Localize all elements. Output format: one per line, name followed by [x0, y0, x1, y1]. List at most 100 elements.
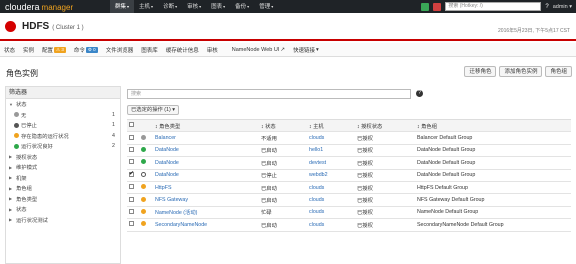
role-type-link[interactable]: NameNode (活动): [153, 206, 259, 220]
top-navbar: cloudera manager 群集▾ 主机▾ 诊断▾ 审核▾ 图表▾ 备份▾ 管理▾ 搜索…: [0, 0, 576, 13]
cloudera-logo[interactable]: cloudera manager: [0, 2, 110, 12]
row-checkbox[interactable]: [127, 193, 139, 207]
host-link[interactable]: hello1: [307, 144, 355, 158]
nav-item-6[interactable]: 管理▾: [254, 0, 278, 13]
chevron-down-icon: ▾: [199, 4, 202, 9]
host-link[interactable]: clouds: [307, 181, 355, 195]
role-group: DataNode Default Group: [415, 169, 571, 182]
row-checkbox[interactable]: [127, 131, 139, 145]
filter-group[interactable]: ▶ 角色组: [6, 183, 120, 194]
row-checkbox[interactable]: [127, 218, 139, 232]
filter-status-count: 2: [112, 143, 115, 150]
host-link[interactable]: clouds: [307, 206, 355, 220]
row-status-icon: [139, 218, 153, 232]
role-groups-button[interactable]: 角色组: [545, 66, 572, 77]
help-icon[interactable]: ?: [545, 4, 548, 10]
filter-status-item[interactable]: 存在隐患的运行状况 4: [6, 131, 120, 142]
table-header-row: ↕ 角色类型 ↕ 状态 ↕ 主机 ↕ 授权状态 ↕ 角色组: [127, 118, 571, 133]
filter-group[interactable]: ▶ 运行状况测试: [6, 215, 120, 226]
chevron-right-icon: ▶: [9, 175, 13, 181]
host-link[interactable]: clouds: [307, 193, 355, 207]
tab-commands[interactable]: 命令 ⚙ 0: [70, 46, 102, 54]
nav-item-4[interactable]: 图表▾: [206, 0, 230, 13]
alert-icon[interactable]: [433, 2, 442, 11]
tab-file-browser[interactable]: 文件浏览器: [102, 46, 138, 54]
nav-item-3[interactable]: 审核▾: [182, 0, 206, 13]
table-search-input[interactable]: 搜索: [127, 89, 411, 99]
table-row[interactable]: HttpFS 已启动 clouds 已授权 HttpFS Default Group: [127, 181, 571, 195]
filter-group[interactable]: ▶ 授权状态: [6, 152, 120, 163]
chevron-right-icon: ▶: [9, 217, 13, 223]
filter-group-label: 授权状态: [16, 154, 38, 161]
filter-group-label: 维护模式: [16, 165, 38, 172]
filter-group[interactable]: ▶ 机架: [6, 173, 120, 184]
row-checkbox[interactable]: [127, 169, 139, 182]
tab-instances[interactable]: 实例: [19, 46, 38, 54]
role-type-link[interactable]: SecondaryNameNode: [153, 218, 259, 232]
role-instances-table: ↕ 角色类型 ↕ 状态 ↕ 主机 ↕ 授权状态 ↕ 角色组 Balancer 不适…: [127, 118, 571, 232]
table-row[interactable]: NFS Gateway 已启动 clouds 已授权 NFS Gateway Defau…: [127, 193, 571, 207]
row-status-icon: [139, 144, 153, 158]
filter-status-item[interactable]: 已停止 1: [6, 120, 120, 131]
host-link[interactable]: clouds: [307, 218, 355, 232]
row-checkbox[interactable]: [127, 181, 139, 195]
user-menu[interactable]: admin ▾: [553, 4, 572, 10]
nav-item-0[interactable]: 群集▾: [110, 0, 135, 13]
col-header-role-group[interactable]: ↕ 角色组: [415, 118, 571, 133]
migrate-roles-button[interactable]: 迁移角色: [464, 66, 497, 77]
role-type-link[interactable]: DataNode: [153, 156, 259, 170]
col-header-role-type[interactable]: ↕ 角色类型: [153, 118, 259, 133]
filter-status-item[interactable]: 无1: [6, 110, 120, 121]
role-type-link[interactable]: DataNode: [153, 144, 259, 158]
tab-namenode-web-ui[interactable]: NameNode Web UI ↗: [228, 47, 289, 53]
tab-charts[interactable]: 图表库: [137, 46, 162, 54]
role-type-link[interactable]: HttpFS: [153, 181, 259, 195]
table-row[interactable]: SecondaryNameNode 已启动 clouds 已授权 SecondaryNa…: [127, 218, 571, 232]
tab-cache-stats[interactable]: 缓存统计信息: [162, 46, 203, 54]
col-header-state[interactable]: ↕ 状态: [259, 118, 307, 133]
row-status-icon: [139, 206, 153, 220]
table-row[interactable]: DataNode 已启动 devtest 已授权 DataNode Default Gr…: [127, 156, 571, 170]
role-instances-main: 搜索 ? 已选定的操作 (1) ▾ ↕ 角色类型 ↕ 状态 ↕ 主机 ↕ 授权状…: [127, 86, 571, 264]
cluster-link[interactable]: ( Cluster 1 ): [52, 25, 83, 31]
table-row[interactable]: DataNode已停止webdb2已授权DataNode Default Gro…: [127, 169, 571, 182]
auth-status: 已授权: [355, 206, 415, 220]
help-icon[interactable]: ?: [416, 90, 423, 97]
nav-item-5[interactable]: 备份▾: [230, 0, 254, 13]
nav-item-2[interactable]: 诊断▾: [158, 0, 182, 13]
filter-group[interactable]: ▶ 状态: [6, 204, 120, 215]
role-type-link[interactable]: Balancer: [153, 131, 259, 145]
host-link[interactable]: devtest: [307, 156, 355, 170]
global-search-input[interactable]: 搜索 (Hotkey: /): [445, 2, 542, 11]
chevron-right-icon: ▶: [9, 196, 13, 202]
col-header-host[interactable]: ↕ 主机: [307, 118, 355, 133]
timestamp[interactable]: 2016年5月23日, 下午5点17 CST: [498, 27, 570, 34]
tab-quick-links[interactable]: 快速链接 ▾: [289, 46, 323, 54]
row-checkbox[interactable]: [127, 156, 139, 170]
add-role-instances-button[interactable]: 添加角色实例: [499, 66, 543, 77]
selected-actions-button[interactable]: 已选定的操作 (1) ▾: [127, 105, 179, 115]
role-type-link[interactable]: DataNode: [153, 169, 259, 182]
host-link[interactable]: clouds: [307, 131, 355, 145]
host-link[interactable]: webdb2: [307, 169, 355, 182]
filter-status-label: 运行状况良好: [21, 144, 53, 151]
filter-group-status[interactable]: ▼ 状态: [6, 99, 120, 110]
row-checkbox[interactable]: [127, 206, 139, 220]
nav-item-1[interactable]: 主机▾: [134, 0, 158, 13]
tab-audit[interactable]: 审核: [203, 46, 222, 54]
filter-status-label: 已停止: [21, 123, 37, 130]
filter-group[interactable]: ▶ 角色类型: [6, 194, 120, 205]
filter-status-label: 无: [21, 112, 27, 119]
filter-status-item[interactable]: 运行状况良好 2: [6, 141, 120, 152]
table-row[interactable]: NameNode (活动) 忙碌 clouds 已授权 NameNode Default…: [127, 206, 571, 220]
table-row[interactable]: Balancer 不适用 clouds 已授权 Balancer Default Gro…: [127, 131, 571, 145]
tab-config[interactable]: 配置 ⚠ 3: [38, 46, 70, 54]
table-row[interactable]: DataNode 已启动 hello1 已授权 DataNode Default Gro…: [127, 144, 571, 158]
filter-group[interactable]: ▶ 维护模式: [6, 162, 120, 173]
col-header-auth[interactable]: ↕ 授权状态: [355, 118, 415, 133]
select-all-checkbox[interactable]: [127, 118, 139, 133]
row-checkbox[interactable]: [127, 144, 139, 158]
health-ok-icon[interactable]: [421, 2, 430, 11]
tab-status[interactable]: 状态: [0, 46, 19, 54]
role-type-link[interactable]: NFS Gateway: [153, 193, 259, 207]
